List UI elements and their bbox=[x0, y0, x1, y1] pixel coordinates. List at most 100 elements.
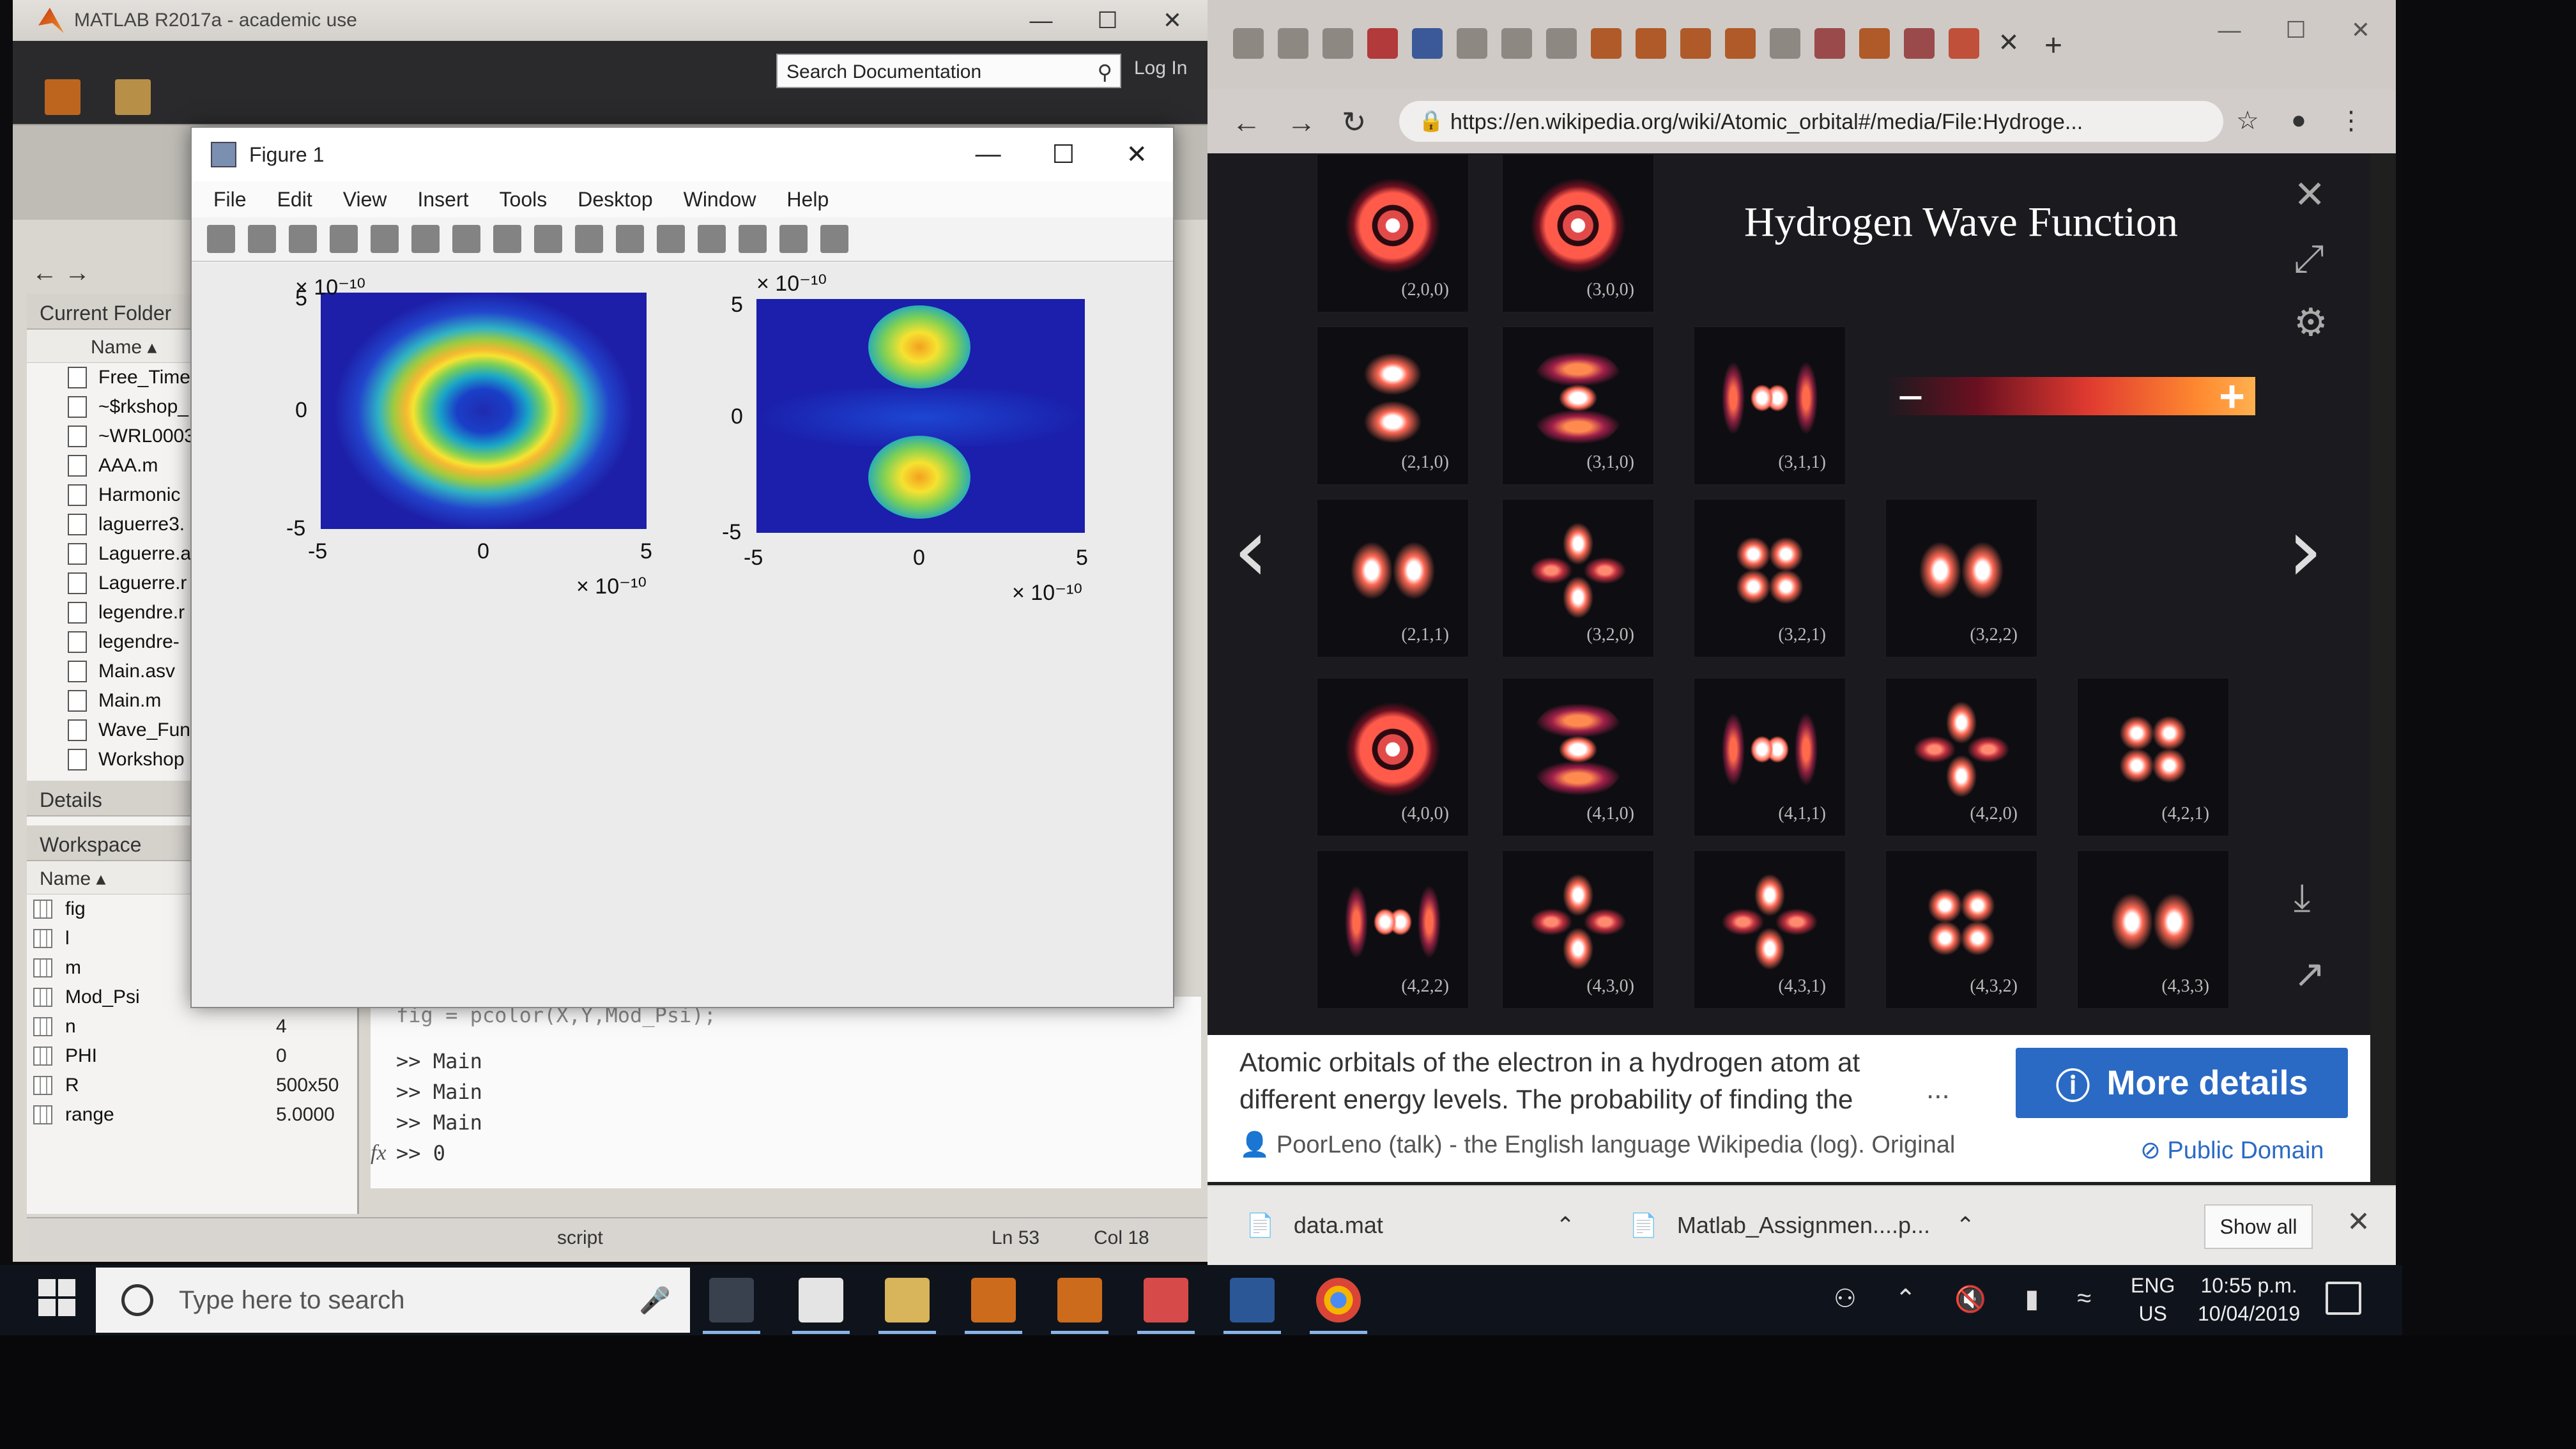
expand-caption[interactable]: ... bbox=[1926, 1073, 1950, 1105]
workspace-var[interactable]: n4 bbox=[27, 1012, 357, 1041]
axes-1[interactable]: × 10⁻¹⁰ 5 0 -5 -5 0 5 × 10⁻¹⁰ bbox=[286, 275, 652, 599]
doc-tab-icon[interactable] bbox=[1457, 28, 1487, 59]
fx-icon[interactable]: fx bbox=[371, 1141, 387, 1165]
menu-tools[interactable]: Tools bbox=[500, 188, 548, 211]
chevron-up-icon[interactable]: ⌃ bbox=[1895, 1284, 1917, 1314]
notifications-icon[interactable] bbox=[2326, 1282, 2361, 1315]
matlab-tab-icon[interactable] bbox=[1859, 28, 1890, 59]
tab-close-icon[interactable]: ✕ bbox=[1993, 28, 2024, 59]
menu-insert[interactable]: Insert bbox=[417, 188, 468, 211]
download-item[interactable]: 📄 data.mat ⌃ bbox=[1246, 1212, 1575, 1239]
matlab-tab-icon[interactable] bbox=[1636, 28, 1666, 59]
figure-minimize-icon[interactable]: — bbox=[976, 140, 1001, 169]
rotate-icon[interactable] bbox=[534, 225, 562, 253]
battery-icon[interactable]: ▮ bbox=[2025, 1284, 2039, 1314]
search-icon[interactable]: ⚲ bbox=[1098, 60, 1112, 84]
command-window[interactable]: fig = pcolor(X,Y,Mod_Psi); >> Main >> Ma… bbox=[371, 997, 1201, 1188]
nav-buttons[interactable]: ←→↻ bbox=[1232, 105, 1392, 139]
maximize-icon[interactable]: ☐ bbox=[1098, 7, 1118, 34]
viewer-close-icon[interactable]: ✕ bbox=[2294, 172, 2326, 217]
figure-maximize-icon[interactable]: ☐ bbox=[1052, 140, 1075, 169]
save-icon[interactable] bbox=[289, 225, 317, 253]
legend-icon[interactable] bbox=[739, 225, 767, 253]
matlab-taskbar-icon[interactable] bbox=[965, 1278, 1022, 1334]
fullscreen-icon[interactable]: ⤢ bbox=[2294, 236, 2324, 281]
microphone-icon[interactable]: 🎤 bbox=[639, 1285, 671, 1315]
settings-app-icon[interactable] bbox=[1137, 1278, 1195, 1334]
workspace-var[interactable]: range 5.0000 bbox=[27, 1100, 357, 1130]
doc-tab-icon[interactable] bbox=[1322, 28, 1353, 59]
prev-image-arrow[interactable]: ‹ bbox=[1233, 498, 1269, 602]
zoom-out-icon[interactable] bbox=[452, 225, 480, 253]
menu-window[interactable]: Window bbox=[684, 188, 756, 211]
menu-view[interactable]: View bbox=[343, 188, 387, 211]
menu-file[interactable]: File bbox=[213, 188, 247, 211]
menu-desktop[interactable]: Desktop bbox=[578, 188, 652, 211]
axes-2[interactable]: × 10⁻¹⁰ 5 0 -5 -5 0 5 × 10⁻¹⁰ bbox=[722, 272, 1088, 605]
chrome-close-icon[interactable]: ✕ bbox=[2351, 17, 2370, 43]
google-tab-icon[interactable] bbox=[1949, 28, 1979, 59]
facebook-tab-icon[interactable] bbox=[1412, 28, 1443, 59]
menu-edit[interactable]: Edit bbox=[277, 188, 312, 211]
download-item[interactable]: 📄 Matlab_Assignmen....p... ⌃ bbox=[1629, 1212, 1975, 1239]
more-details-button[interactable]: ⓘ More details bbox=[2016, 1048, 2348, 1118]
chrome-minimize-icon[interactable]: — bbox=[2218, 17, 2241, 43]
clock[interactable]: 10:55 p.m. 10/04/2019 bbox=[2198, 1271, 2300, 1328]
chevron-up-icon[interactable]: ⌃ bbox=[1956, 1212, 1975, 1238]
link-plot-icon[interactable] bbox=[657, 225, 685, 253]
shield-tab-icon[interactable] bbox=[1501, 28, 1532, 59]
search-documentation-input[interactable]: Search Documentation ⚲ bbox=[776, 54, 1121, 88]
next-image-arrow[interactable]: › bbox=[2287, 498, 2323, 602]
bookmark-star-icon[interactable]: ☆ bbox=[2236, 106, 2259, 135]
hide-plot-tools-icon[interactable] bbox=[779, 225, 808, 253]
share-icon[interactable]: ↗ bbox=[2294, 952, 2326, 997]
doc-tab-icon[interactable] bbox=[1546, 28, 1577, 59]
folder-nav-arrows[interactable]: ← → bbox=[32, 259, 90, 288]
matlab-tab-icon[interactable] bbox=[1591, 28, 1621, 59]
downloads-close-icon[interactable]: ✕ bbox=[2347, 1206, 2370, 1238]
doc-tab-icon[interactable] bbox=[1770, 28, 1800, 59]
w-tab-icon[interactable] bbox=[1904, 28, 1935, 59]
zoom-in-icon[interactable] bbox=[411, 225, 440, 253]
lock-icon[interactable]: 🔒 bbox=[1418, 109, 1444, 133]
minimize-icon[interactable]: — bbox=[1030, 7, 1053, 34]
settings-gear-icon[interactable]: ⚙ bbox=[2294, 300, 2328, 345]
login-link[interactable]: Log In bbox=[1134, 57, 1187, 79]
volume-muted-icon[interactable]: 🔇 bbox=[1954, 1284, 1986, 1314]
taskbar-search-input[interactable]: Type here to search 🎤 bbox=[96, 1268, 690, 1333]
profile-icon[interactable]: ● bbox=[2291, 106, 2306, 135]
language-indicator[interactable]: ENG US bbox=[2131, 1271, 2175, 1328]
chevron-up-icon[interactable]: ⌃ bbox=[1556, 1212, 1575, 1238]
word-icon[interactable] bbox=[1223, 1278, 1281, 1334]
close-icon[interactable]: ✕ bbox=[1163, 7, 1182, 34]
people-icon[interactable]: ⚇ bbox=[1834, 1284, 1857, 1314]
new-figure-icon[interactable] bbox=[207, 225, 235, 253]
tab-icon[interactable] bbox=[1233, 28, 1264, 59]
windows-start-icon[interactable] bbox=[38, 1279, 77, 1317]
pointer-icon[interactable] bbox=[371, 225, 399, 253]
matlab-tab-icon[interactable] bbox=[1725, 28, 1756, 59]
gmail-tab-icon[interactable] bbox=[1278, 28, 1308, 59]
figure-close-icon[interactable]: ✕ bbox=[1126, 140, 1147, 169]
new-tab-icon[interactable]: + bbox=[2038, 28, 2069, 63]
w-tab-icon[interactable] bbox=[1814, 28, 1845, 59]
chrome-icon[interactable] bbox=[1310, 1278, 1367, 1334]
mail-icon[interactable] bbox=[792, 1278, 850, 1334]
open-file-icon[interactable] bbox=[248, 225, 276, 253]
command-prompt[interactable]: >> 0 bbox=[396, 1141, 1176, 1172]
task-view-icon[interactable] bbox=[703, 1278, 760, 1334]
open-folder-icon[interactable] bbox=[115, 79, 151, 115]
url-input[interactable]: https://en.wikipedia.org/wiki/Atomic_orb… bbox=[1399, 101, 2223, 142]
license-link[interactable]: ⊘ Public Domain bbox=[2140, 1136, 2324, 1165]
wifi-icon[interactable]: ≈ bbox=[2077, 1284, 2091, 1314]
pdf-tab-icon[interactable] bbox=[1367, 28, 1398, 59]
show-all-button[interactable]: Show all bbox=[2204, 1204, 2313, 1249]
print-icon[interactable] bbox=[330, 225, 358, 253]
brush-icon[interactable] bbox=[616, 225, 644, 253]
pan-icon[interactable] bbox=[493, 225, 521, 253]
menu-kebab-icon[interactable]: ⋮ bbox=[2338, 106, 2364, 135]
menu-help[interactable]: Help bbox=[786, 188, 829, 211]
show-plot-tools-icon[interactable] bbox=[820, 225, 848, 253]
matlab-tab-icon[interactable] bbox=[1680, 28, 1711, 59]
matlab-taskbar-icon[interactable] bbox=[1051, 1278, 1108, 1334]
